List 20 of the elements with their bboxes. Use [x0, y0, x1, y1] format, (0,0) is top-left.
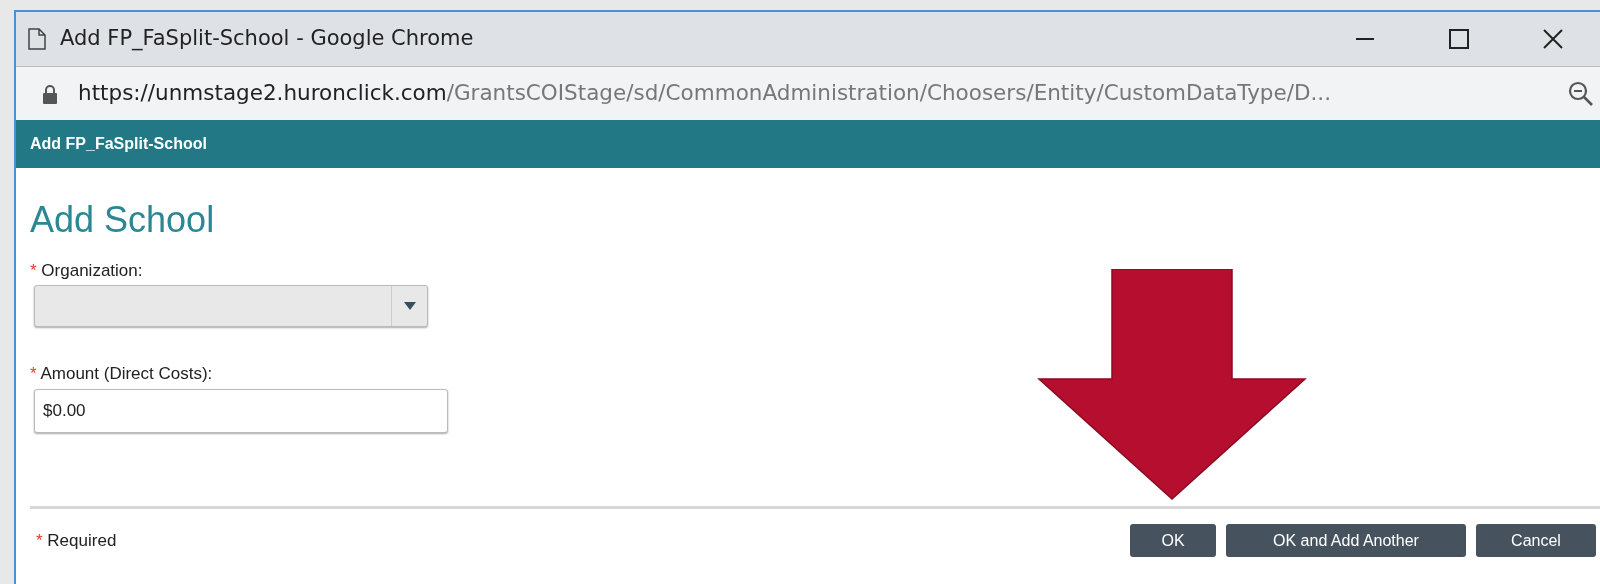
window-title: Add FP_FaSplit-School - Google Chrome	[60, 25, 474, 53]
page-icon	[28, 28, 46, 50]
ok-button[interactable]: OK	[1130, 524, 1216, 557]
cancel-button[interactable]: Cancel	[1476, 524, 1596, 557]
amount-field[interactable]: $0.00	[34, 388, 448, 433]
caret-icon	[403, 302, 416, 311]
organization-dropdown[interactable]	[34, 285, 428, 328]
close-icon	[1543, 29, 1563, 49]
maximize-icon	[1449, 29, 1469, 49]
ok-and-add-another-button[interactable]: OK and Add Another	[1226, 524, 1466, 557]
dialog-header: Add FP_FaSplit-School	[16, 120, 1600, 168]
form-heading: Add School	[30, 200, 216, 240]
lock-icon	[42, 83, 58, 104]
required-asterisk: *	[30, 260, 37, 280]
required-asterisk: *	[30, 364, 37, 384]
minimize-icon	[1355, 38, 1375, 40]
zoom-out-icon[interactable]	[1568, 80, 1594, 107]
required-note: * Required	[36, 529, 117, 552]
field-label: Amount (Direct Costs):	[40, 364, 213, 384]
field-label: Organization:	[41, 260, 143, 280]
